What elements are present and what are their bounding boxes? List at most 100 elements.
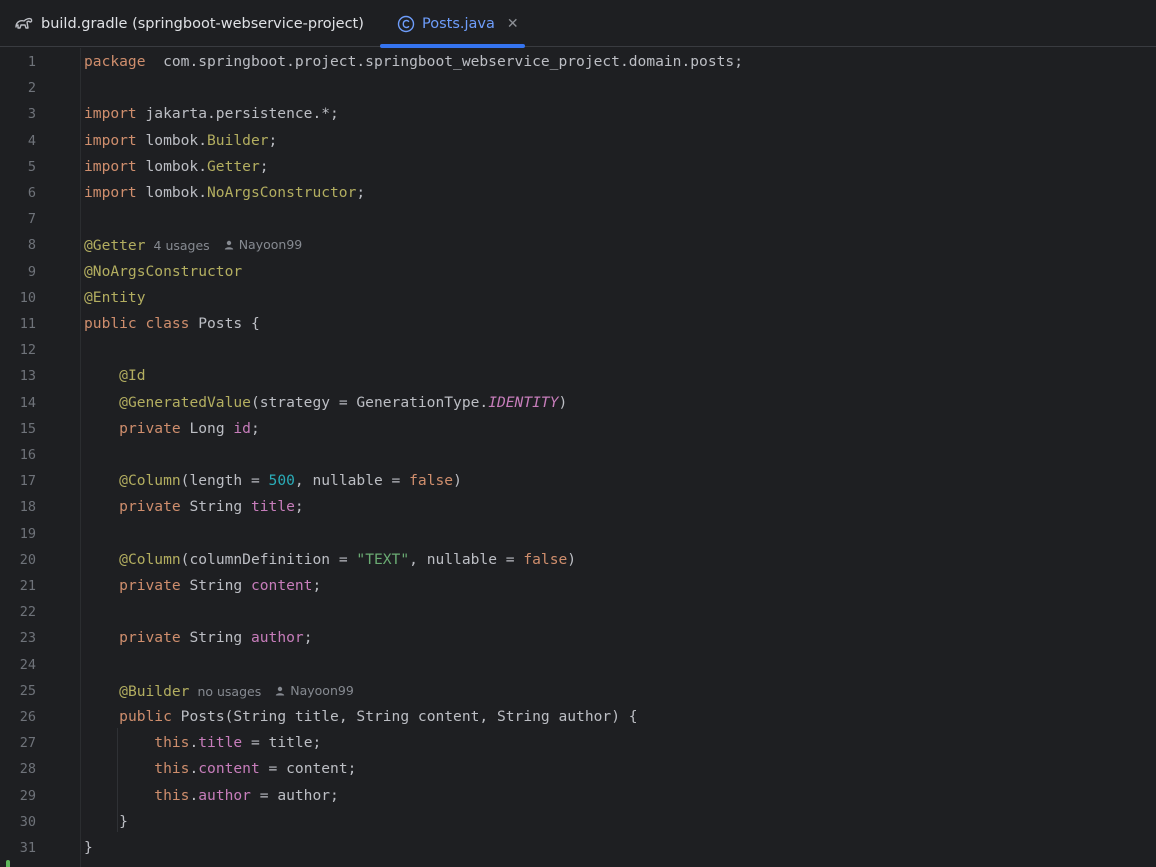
person-icon — [276, 686, 285, 696]
code-token: import — [84, 157, 137, 175]
code-line[interactable]: 24 — [0, 652, 1156, 678]
code-text: this.author = author; — [84, 783, 339, 809]
code-token: com.springboot.project.springboot_webser… — [145, 53, 743, 70]
code-line[interactable]: 16 — [0, 442, 1156, 468]
code-line[interactable]: 18 private String title; — [0, 494, 1156, 520]
code-text: @NoArgsConstructor — [84, 259, 242, 285]
code-line[interactable]: 19 — [0, 521, 1156, 547]
code-token: this — [154, 786, 190, 804]
code-text: this.title = title; — [84, 730, 321, 756]
code-token: lombok. — [136, 157, 208, 175]
code-token: content — [250, 577, 313, 594]
line-number: 13 — [19, 368, 36, 385]
code-token: NoArgsConstructor — [207, 184, 357, 201]
code-line[interactable]: 30 } — [0, 809, 1156, 835]
code-line[interactable]: 17 @Column(length = 500, nullable = fals… — [0, 468, 1156, 494]
code-token: String — [180, 629, 251, 647]
code-line[interactable]: 13 @Id — [0, 363, 1156, 389]
code-token: @Builder — [119, 682, 190, 700]
code-line[interactable]: 15 private Long id; — [0, 416, 1156, 442]
code-token: = author; — [250, 786, 339, 804]
code-token: String — [180, 577, 251, 594]
code-line[interactable]: 27 this.title = title; — [0, 730, 1156, 756]
line-number: 27 — [19, 735, 36, 752]
code-line[interactable]: 11 public class Posts { — [0, 311, 1156, 337]
code-token: String — [180, 498, 251, 516]
code-line[interactable]: 29 this.author = author; — [0, 783, 1156, 809]
code-text: @Getter 4 usages Nayoon99 — [84, 232, 302, 259]
code-token: Posts — [180, 708, 225, 725]
line-number: 19 — [19, 525, 36, 542]
line-number: 1 — [27, 54, 36, 70]
code-text: this.content = content; — [84, 756, 356, 782]
code-line[interactable]: 14 @GeneratedValue(strategy = Generation… — [0, 390, 1156, 416]
person-icon — [224, 241, 233, 250]
code-text: @Entity — [84, 285, 146, 311]
code-token: package — [84, 53, 146, 70]
code-text: private String author; — [84, 625, 312, 651]
code-token: author — [198, 786, 251, 804]
code-text: import lombok.Getter; — [84, 154, 269, 180]
code-token: (strategy = GenerationType. — [250, 393, 489, 411]
tab-build-gradle[interactable]: build.gradle (springboot-webservice-proj… — [14, 0, 364, 47]
line-number: 20 — [19, 551, 36, 568]
code-line[interactable]: 2 — [0, 75, 1156, 101]
code-line[interactable]: 22 — [0, 599, 1156, 625]
code-line[interactable]: 25 @Builder no usages Nayoon99 — [0, 678, 1156, 704]
line-number: 15 — [19, 420, 36, 437]
code-line[interactable]: 3 import jakarta.persistence.*; — [0, 101, 1156, 127]
code-token: ; — [294, 498, 304, 516]
code-line[interactable]: 12 — [0, 337, 1156, 363]
code-line[interactable]: 26 public Posts(String title, String con… — [0, 704, 1156, 730]
tab-posts-java[interactable]: Posts.java ✕ — [396, 0, 519, 47]
code-text: import jakarta.persistence.*; — [84, 101, 339, 127]
code-line[interactable]: 23 private String author; — [0, 625, 1156, 651]
code-line[interactable]: 8 @Getter 4 usages Nayoon99 — [0, 232, 1156, 258]
tab-label: Posts.java — [422, 15, 495, 32]
author-hint[interactable]: Nayoon99 — [224, 232, 303, 258]
code-token: id — [233, 419, 251, 437]
code-text: @GeneratedValue(strategy = GenerationTyp… — [84, 390, 567, 416]
line-number: 4 — [27, 132, 36, 149]
code-token: } — [84, 839, 93, 856]
close-icon[interactable]: ✕ — [507, 16, 519, 32]
code-token: = title; — [242, 734, 322, 752]
code-line[interactable]: 21 private String content; — [0, 573, 1156, 599]
line-number: 3 — [27, 106, 36, 123]
line-number: 8 — [27, 237, 36, 254]
code-token: @Entity — [84, 288, 146, 306]
code-text: @Id — [84, 363, 145, 389]
usages-hint[interactable]: no usages — [197, 684, 261, 699]
author-name: Nayoon99 — [238, 237, 303, 253]
code-text: private String title; — [84, 494, 304, 520]
code-token: this — [154, 760, 190, 778]
code-line[interactable]: 10 @Entity — [0, 285, 1156, 311]
code-line[interactable]: 28 this.content = content; — [0, 756, 1156, 782]
code-line[interactable]: 5 import lombok.Getter; — [0, 154, 1156, 180]
author-hint[interactable]: Nayoon99 — [275, 678, 354, 704]
code-line[interactable]: 31} — [0, 835, 1156, 861]
code-line[interactable]: 20 @Column(columnDefinition = "TEXT", nu… — [0, 547, 1156, 573]
code-line[interactable]: 9 @NoArgsConstructor — [0, 259, 1156, 285]
code-token: ; — [303, 629, 313, 647]
code-token: ; — [312, 577, 322, 594]
usages-hint[interactable]: 4 usages — [154, 238, 210, 253]
code-token: . — [189, 786, 199, 804]
code-token: ) — [567, 550, 577, 568]
code-line[interactable]: 4 import lombok.Builder; — [0, 128, 1156, 154]
code-token: Builder — [207, 131, 269, 149]
code-line[interactable]: 1 package com.springboot.project.springbo… — [0, 49, 1156, 75]
code-text: public Posts(String title, String conten… — [84, 704, 637, 730]
code-token: false — [523, 550, 568, 568]
code-token: Long — [180, 419, 234, 437]
code-line[interactable]: 7 — [0, 206, 1156, 232]
code-line[interactable]: 6 import lombok.NoArgsConstructor; — [0, 180, 1156, 206]
